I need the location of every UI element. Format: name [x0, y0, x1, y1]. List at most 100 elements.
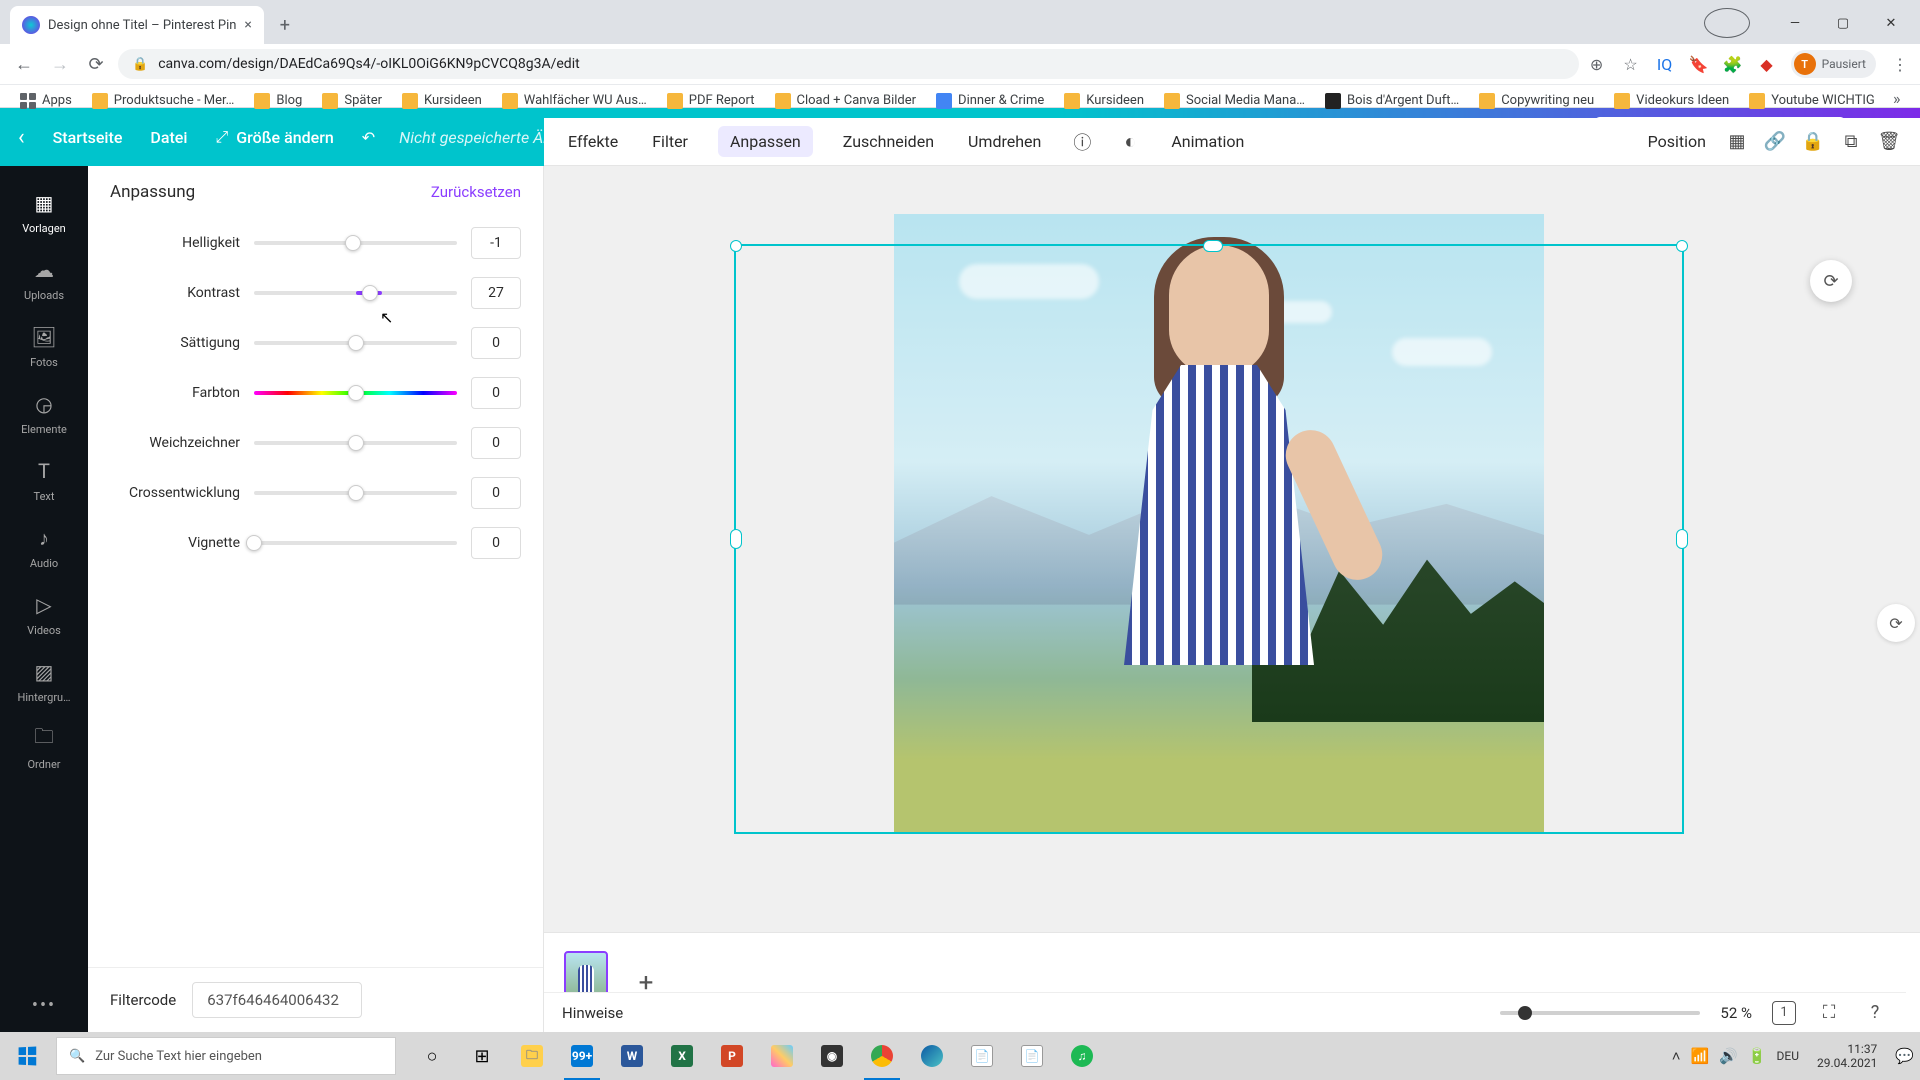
rail-more-icon[interactable]: •••: [32, 979, 56, 1032]
edge-icon[interactable]: [908, 1032, 956, 1080]
lock-icon[interactable]: 🔒: [1802, 131, 1824, 153]
zoom-icon[interactable]: ⊕: [1587, 54, 1607, 74]
rail-videos[interactable]: ▷Videos: [0, 580, 88, 647]
slider-thumb[interactable]: [348, 335, 364, 351]
close-window-button[interactable]: ✕: [1868, 8, 1914, 38]
refresh-fab-icon[interactable]: ⟳: [1810, 260, 1852, 302]
cortana-icon[interactable]: ○: [408, 1032, 456, 1080]
extension-icon[interactable]: ◆: [1757, 54, 1777, 74]
taskbar-search[interactable]: 🔍 Zur Suche Text hier eingeben: [56, 1037, 396, 1075]
menu-icon[interactable]: ⋮: [1890, 54, 1910, 74]
rail-text[interactable]: TText: [0, 446, 88, 513]
reading-list-button[interactable]: Leseliste: [1915, 89, 1920, 113]
bookmarks-overflow-icon[interactable]: »: [1887, 89, 1907, 109]
bookmark-item[interactable]: Dinner & Crime: [928, 89, 1052, 113]
reload-button[interactable]: ⟳: [82, 50, 110, 78]
explorer-icon[interactable]: 🗀: [508, 1032, 556, 1080]
resize-handle[interactable]: [1676, 529, 1688, 549]
zoom-slider[interactable]: [1500, 1011, 1700, 1015]
wifi-icon[interactable]: 📶: [1690, 1047, 1709, 1065]
zoom-value[interactable]: 52 %: [1720, 1004, 1752, 1022]
ctx-filter[interactable]: Filter: [648, 126, 692, 157]
slider-track[interactable]: [254, 441, 457, 445]
ctx-adjust[interactable]: Anpassen: [718, 126, 813, 157]
slider-thumb[interactable]: [246, 535, 262, 551]
maximize-button[interactable]: ▢: [1820, 8, 1866, 38]
trash-icon[interactable]: 🗑: [1878, 131, 1900, 153]
hints-button[interactable]: Hinweise: [562, 1004, 623, 1022]
slider-value[interactable]: 0: [471, 427, 521, 459]
rail-folders[interactable]: 🗀Ordner: [0, 714, 88, 781]
task-view-icon[interactable]: ⊞: [458, 1032, 506, 1080]
puzzle-icon[interactable]: 🧩: [1723, 54, 1743, 74]
bookmark-item[interactable]: Videokurs Ideen: [1606, 89, 1737, 113]
link-icon[interactable]: 🔗: [1764, 131, 1786, 153]
slider-value[interactable]: 0: [471, 477, 521, 509]
rail-elements[interactable]: ◶Elemente: [0, 379, 88, 446]
notepad-icon[interactable]: 📄: [1008, 1032, 1056, 1080]
bookmark-item[interactable]: PDF Report: [659, 89, 763, 113]
bookmark-item[interactable]: Später: [314, 89, 390, 113]
ctx-animation[interactable]: Animation: [1167, 126, 1248, 157]
duplicate-icon[interactable]: ⧉: [1840, 131, 1862, 153]
undo-icon[interactable]: ↶: [358, 122, 379, 153]
account-indicator-icon[interactable]: [1704, 8, 1750, 38]
mail-icon[interactable]: 99+: [558, 1032, 606, 1080]
notepad-icon[interactable]: 📄: [958, 1032, 1006, 1080]
slider-thumb[interactable]: [348, 435, 364, 451]
extension-icon[interactable]: IQ: [1655, 54, 1675, 74]
resize-handle[interactable]: [1676, 240, 1688, 252]
tab-close-icon[interactable]: ×: [244, 17, 251, 33]
language-indicator[interactable]: DEU: [1777, 1049, 1799, 1063]
new-tab-button[interactable]: +: [270, 10, 300, 40]
tray-up-icon[interactable]: ˄: [1672, 1047, 1681, 1065]
slider-track[interactable]: [254, 291, 457, 295]
rail-photos[interactable]: 🖼Fotos: [0, 312, 88, 379]
resize-handle[interactable]: [730, 529, 742, 549]
taskbar-clock[interactable]: 11:37 29.04.2021: [1809, 1042, 1885, 1071]
bookmark-item[interactable]: Kursideen: [1056, 89, 1152, 113]
bookmark-item[interactable]: Social Media Mana…: [1156, 89, 1313, 113]
bookmark-item[interactable]: Copywriting neu: [1471, 89, 1602, 113]
rail-background[interactable]: ▨Hintergru…: [0, 647, 88, 714]
ctx-effects[interactable]: Effekte: [564, 126, 622, 157]
minimize-button[interactable]: —: [1772, 8, 1818, 38]
pages-count[interactable]: 1: [1772, 1001, 1796, 1025]
file-menu[interactable]: Datei: [146, 122, 191, 153]
slider-thumb[interactable]: [348, 485, 364, 501]
excel-icon[interactable]: X: [658, 1032, 706, 1080]
ctx-flip[interactable]: Umdrehen: [964, 126, 1045, 157]
rotate-fab-icon[interactable]: ⟳: [1877, 604, 1915, 642]
profile-button[interactable]: T Pausiert: [1791, 50, 1876, 78]
help-icon[interactable]: ?: [1862, 1000, 1888, 1026]
canvas-stage[interactable]: ⟳ ⟳: [544, 214, 1920, 932]
slider-value[interactable]: 27: [471, 277, 521, 309]
word-icon[interactable]: W: [608, 1032, 656, 1080]
resize-button[interactable]: ⤢ Größe ändern: [211, 121, 337, 153]
bookmark-item[interactable]: Kursideen: [394, 89, 490, 113]
battery-icon[interactable]: 🔋: [1748, 1047, 1767, 1065]
slider-value[interactable]: -1: [471, 227, 521, 259]
rail-audio[interactable]: ♪Audio: [0, 513, 88, 580]
position-button[interactable]: Position: [1644, 126, 1710, 157]
notifications-icon[interactable]: 💬: [1895, 1047, 1914, 1065]
bookmark-item[interactable]: Cload + Canva Bilder: [767, 89, 925, 113]
obs-icon[interactable]: ◉: [808, 1032, 856, 1080]
ctx-crop[interactable]: Zuschneiden: [839, 126, 938, 157]
extension-icon[interactable]: 🔖: [1689, 54, 1709, 74]
start-button[interactable]: [2, 1032, 52, 1080]
slider-value[interactable]: 0: [471, 327, 521, 359]
url-field[interactable]: 🔒 canva.com/design/DAEdCa69Qs4/-oIKL0OiG…: [118, 49, 1579, 79]
slider-value[interactable]: 0: [471, 377, 521, 409]
slider-track[interactable]: [254, 341, 457, 345]
back-icon[interactable]: ‹: [14, 125, 29, 150]
info-icon[interactable]: ⓘ: [1071, 131, 1093, 153]
filtercode-input[interactable]: 637f646464006432: [192, 982, 362, 1018]
selection-box[interactable]: [734, 244, 1684, 834]
volume-icon[interactable]: 🔊: [1719, 1047, 1738, 1065]
spotify-icon[interactable]: ♫: [1058, 1032, 1106, 1080]
bookmark-item[interactable]: Blog: [246, 89, 310, 113]
chrome-icon[interactable]: [858, 1032, 906, 1080]
bookmark-item[interactable]: Wahlfächer WU Aus…: [494, 89, 655, 113]
rail-templates[interactable]: ▦Vorlagen: [0, 178, 88, 245]
